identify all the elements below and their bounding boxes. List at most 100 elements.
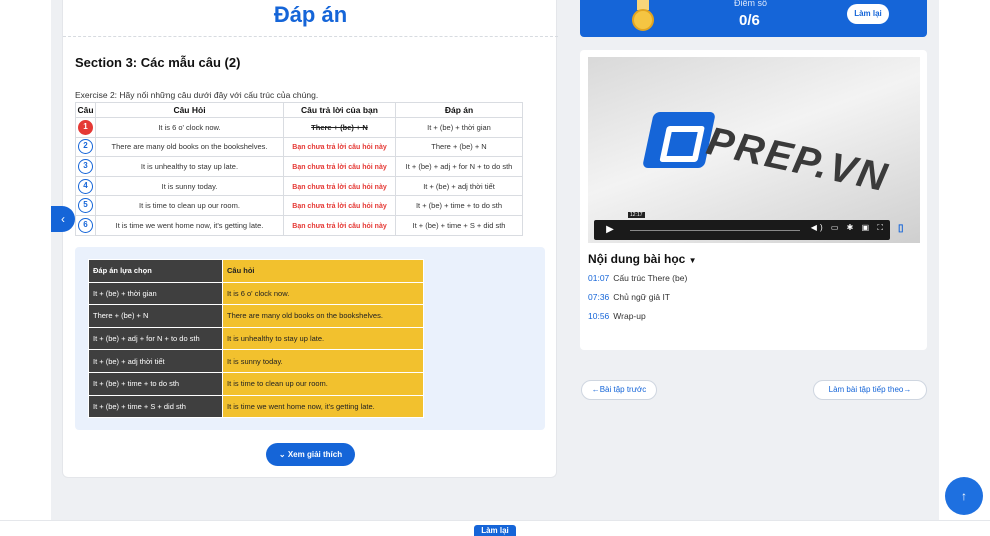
retry-button[interactable]: Làm lại [847,4,889,24]
caret-down-icon: ▼ [688,256,697,265]
col-header-num: Câu [75,102,96,118]
lesson-item-label: Cấu trúc There (be) [613,273,688,283]
video-progress-bar[interactable] [630,230,800,231]
section-title: Section 3: Các mẫu câu (2) [75,55,241,70]
captions-icon[interactable]: ▭ [831,223,842,232]
match-row: It + (be) + adj + for N + to do sth It i… [88,326,424,351]
table-row: 3 It is unhealthy to stay up late. Bạn c… [75,156,523,177]
col-header-your-answer: Câu trả lời của bạn [283,102,396,118]
question-number-badge[interactable]: 5 [78,198,93,214]
video-controls: ▶ 12:17 ◀) ▭ ✱ ▣ ⛶ [594,212,890,240]
correct-answer: It + (be) + adj thời tiết [395,175,523,197]
match-choice: It + (be) + adj + for N + to do sth [88,326,223,351]
your-answer: Bạn chưa trả lời câu hỏi này [292,144,387,152]
correct-answer: It + (be) + adj + for N + to do sth [395,156,523,177]
lesson-content-title: Nội dung bài học [588,252,686,266]
correct-answer: It + (be) + thời gian [395,117,523,138]
next-exercise-button[interactable]: Làm bài tập tiếp theo→ [813,380,927,400]
correct-answer: It + (be) + time + to do sth [395,195,523,216]
match-row: It + (be) + time + S + did sth It is tim… [88,394,424,419]
match-question: There are many old books on the bookshel… [222,304,424,328]
lesson-item-time[interactable]: 07:36 [588,292,609,302]
question-text: It is 6 o' clock now. [95,117,284,138]
question-number-badge[interactable]: 3 [78,158,93,174]
table-row: 1 It is 6 o' clock now. There + (be) + N… [75,117,523,138]
lesson-content-toggle[interactable]: Nội dung bài học ▼ [588,252,697,266]
arrow-right-icon: → [903,385,912,394]
match-choice: It + (be) + time + to do sth [88,371,223,396]
lesson-item-time[interactable]: 10:56 [588,311,609,321]
match-question: It is 6 o' clock now. [222,281,424,306]
question-table: Câu Câu Hỏi Câu trả lời của bạn Đáp án 1… [75,102,523,236]
your-answer: Bạn chưa trả lời câu hỏi này [292,203,387,211]
match-choice: It + (be) + adj thời tiết [88,349,223,373]
question-number-badge[interactable]: 1 [78,119,93,135]
volume-icon[interactable]: ◀) [811,223,826,232]
match-choice: There + (be) + N [88,304,223,328]
lesson-item-label: Chủ ngữ giả IT [613,292,671,302]
your-answer: Bạn chưa trả lời câu hỏi này [292,222,387,230]
fullscreen-icon[interactable]: ⛶ [877,223,886,232]
match-choice: It + (be) + thời gian [88,281,223,306]
video-card: PREP.VN ▶ 12:17 ◀) ▭ ✱ ▣ ⛶ ▯ Nội dung bà… [580,50,927,350]
arrow-left-icon: ← [591,385,600,394]
chevron-down-icon: ⌄ [278,450,286,459]
score-bar: Điểm số 0/6 Làm lại [580,0,927,37]
lesson-item[interactable]: 01:07 Cấu trúc There (be) [588,273,687,283]
match-question: It is time we went home now, it's gettin… [222,394,424,419]
your-answer: Bạn chưa trả lời câu hỏi này [292,163,387,171]
question-number-badge[interactable]: 2 [78,139,93,155]
match-question: It is time to clean up our room. [222,371,424,396]
match-choice: It + (be) + time + S + did sth [88,394,223,419]
video-logo-text: PREP.VN [702,119,893,201]
match-header-question: Câu hỏi [222,259,424,283]
table-row: 6 It is time we went home now, it's gett… [75,214,523,236]
prev-exercise-label: Bài tập trước [599,385,647,394]
correct-answer: It + (be) + time + S + did sth [395,214,523,236]
match-row: It + (be) + thời gian It is 6 o' clock n… [88,281,424,306]
match-header-row: Đáp án lựa chọn Câu hỏi [88,259,424,283]
lesson-item[interactable]: 07:36 Chủ ngữ giả IT [588,292,670,302]
correct-answer: There + (be) + N [395,136,523,158]
medal-icon [632,0,654,31]
view-explanation-button[interactable]: ⌄ Xem giải thích [266,443,355,466]
question-text: It is time we went home now, it's gettin… [95,214,284,236]
match-question: It is sunny today. [222,349,424,373]
channel-watermark-icon[interactable]: ▯ [898,223,914,237]
next-exercise-label: Làm bài tập tiếp theo [828,385,904,394]
table-row: 5 It is time to clean up our room. Bạn c… [75,195,523,216]
answer-card: Đáp án Section 3: Các mẫu câu (2) Exerci… [62,0,558,478]
chevron-left-icon: ‹ [61,212,65,226]
exercise-instruction: Exercise 2: Hãy nối những câu dưới đây v… [75,90,319,100]
question-text: It is time to clean up our room. [95,195,284,216]
question-number-badge[interactable]: 6 [78,217,93,233]
play-icon[interactable]: ▶ [598,223,622,237]
score-value: 0/6 [739,12,760,29]
question-number-badge[interactable]: 4 [78,178,93,194]
match-question: It is unhealthy to stay up late. [222,326,424,351]
prev-exercise-button[interactable]: ←Bài tập trước [581,380,657,400]
match-header-choice: Đáp án lựa chọn [88,259,223,283]
match-table: Đáp án lựa chọn Câu hỏi It + (be) + thời… [88,259,424,419]
table-row: 4 It is sunny today. Bạn chưa trả lời câ… [75,175,523,197]
your-answer: There + (be) + N [311,122,368,132]
lesson-item-label: Wrap-up [613,311,646,321]
match-row: There + (be) + N There are many old book… [88,304,424,328]
col-header-question: Câu Hỏi [95,102,284,118]
video-control-icons[interactable]: ◀) ▭ ✱ ▣ ⛶ [811,223,886,233]
solution-panel: Đáp án lựa chọn Câu hỏi It + (be) + thời… [75,247,545,430]
gear-icon[interactable]: ✱ [847,223,857,232]
video-player[interactable]: PREP.VN ▶ 12:17 ◀) ▭ ✱ ▣ ⛶ ▯ [588,57,920,243]
scroll-to-top-button[interactable]: ↑ [945,477,983,515]
match-row: It + (be) + time + to do sth It is time … [88,371,424,396]
question-text: It is sunny today. [95,175,284,197]
match-row: It + (be) + adj thời tiết It is sunny to… [88,349,424,373]
video-timestamp: 12:17 [628,212,645,218]
view-explanation-label: Xem giải thích [287,450,343,459]
col-header-answer: Đáp án [395,102,523,118]
lesson-item[interactable]: 10:56 Wrap-up [588,311,646,321]
lesson-item-time[interactable]: 01:07 [588,273,609,283]
bottom-retry-button[interactable]: Làm lại [474,525,516,536]
score-label: Điểm số [734,0,768,8]
miniplayer-icon[interactable]: ▣ [862,223,873,232]
